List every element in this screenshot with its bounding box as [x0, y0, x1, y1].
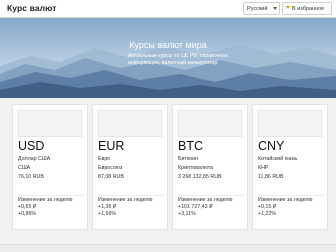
currency-price: 87,08 RUB	[98, 174, 124, 180]
currency-code: USD	[18, 139, 45, 153]
divider	[18, 195, 84, 196]
currency-name: Китайский юань	[258, 156, 298, 162]
currency-price: 3 268 132,85 RUB	[178, 174, 222, 180]
site-title[interactable]: Курс валют	[7, 3, 57, 13]
currency-name: Доллар США	[18, 156, 51, 162]
star-icon: ★	[285, 4, 291, 11]
currency-image	[258, 110, 322, 137]
currency-name: Евро	[98, 156, 111, 162]
currency-name: Биткоин	[178, 156, 199, 162]
top-navbar: Курс валют Русский ★ В избранное	[0, 0, 336, 18]
change-label: Изменение за неделю	[178, 197, 233, 203]
change-percent: +3,11%	[178, 211, 196, 217]
currency-image	[18, 110, 82, 137]
currency-card-usd[interactable]: USD Доллар США США 76,10 RUB Изменение з…	[12, 104, 88, 230]
currency-country: Криптовалюта	[178, 165, 214, 171]
change-value: +0,65 ₽	[18, 204, 37, 210]
footer-strip	[0, 244, 336, 252]
change-label: Изменение за неделю	[98, 197, 153, 203]
currency-code: BTC	[178, 139, 203, 153]
change-percent: +1,56%	[98, 211, 117, 217]
change-percent: +1,22%	[258, 211, 277, 217]
currency-image	[178, 110, 242, 137]
currency-price: 11,86 RUB	[258, 174, 284, 180]
currency-card-btc[interactable]: BTC Биткоин Криптовалюта 3 268 132,85 RU…	[172, 104, 248, 230]
currency-image	[98, 110, 162, 137]
language-select-value: Русский	[247, 6, 268, 12]
divider	[258, 195, 324, 196]
currency-country: США	[18, 165, 31, 171]
change-percent: +0,86%	[18, 211, 37, 217]
currency-country: Евросоюз	[98, 165, 123, 171]
currency-card-cny[interactable]: CNY Китайский юань КНР 11,86 RUB Изменен…	[252, 104, 328, 230]
currency-code: EUR	[98, 139, 125, 153]
change-value: +101 727,43 ₽	[178, 204, 213, 210]
change-value: +1,36 ₽	[98, 204, 117, 210]
chevron-down-icon	[273, 7, 277, 10]
page: Курс валют Русский ★ В избранное Курсы в…	[0, 0, 336, 252]
change-label: Изменение за неделю	[18, 197, 73, 203]
currency-country: КНР	[258, 165, 269, 171]
hero-description: Актуальные курсы по ЦБ РФ, справочная ин…	[128, 53, 228, 66]
currency-price: 76,10 RUB	[18, 174, 44, 180]
currency-code: CNY	[258, 139, 285, 153]
currency-card-eur[interactable]: EUR Евро Евросоюз 87,08 RUB Изменение за…	[92, 104, 168, 230]
divider	[98, 195, 164, 196]
language-select[interactable]: Русский	[243, 2, 280, 15]
hero-banner: Курсы валют мира Актуальные курсы по ЦБ …	[0, 18, 336, 98]
change-value: +0,15 ₽	[258, 204, 277, 210]
favorites-label: В избранное	[292, 6, 325, 12]
divider	[178, 195, 244, 196]
change-label: Изменение за неделю	[258, 197, 313, 203]
hero-title: Курсы валют мира	[129, 40, 207, 50]
favorites-button[interactable]: ★ В избранное	[282, 2, 332, 15]
